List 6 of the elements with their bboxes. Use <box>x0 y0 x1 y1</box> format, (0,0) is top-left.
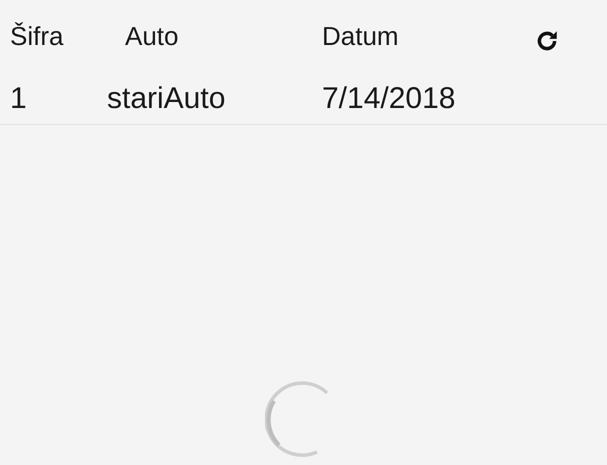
table-cell-text: stariAuto <box>107 82 226 117</box>
column-header: Šifra <box>10 21 64 53</box>
column-header: Auto <box>124 21 180 53</box>
table-cell-text: 7/14/2018 <box>322 82 456 117</box>
column-header: Datum <box>322 21 400 53</box>
table-cell-text: 1 <box>10 82 28 117</box>
